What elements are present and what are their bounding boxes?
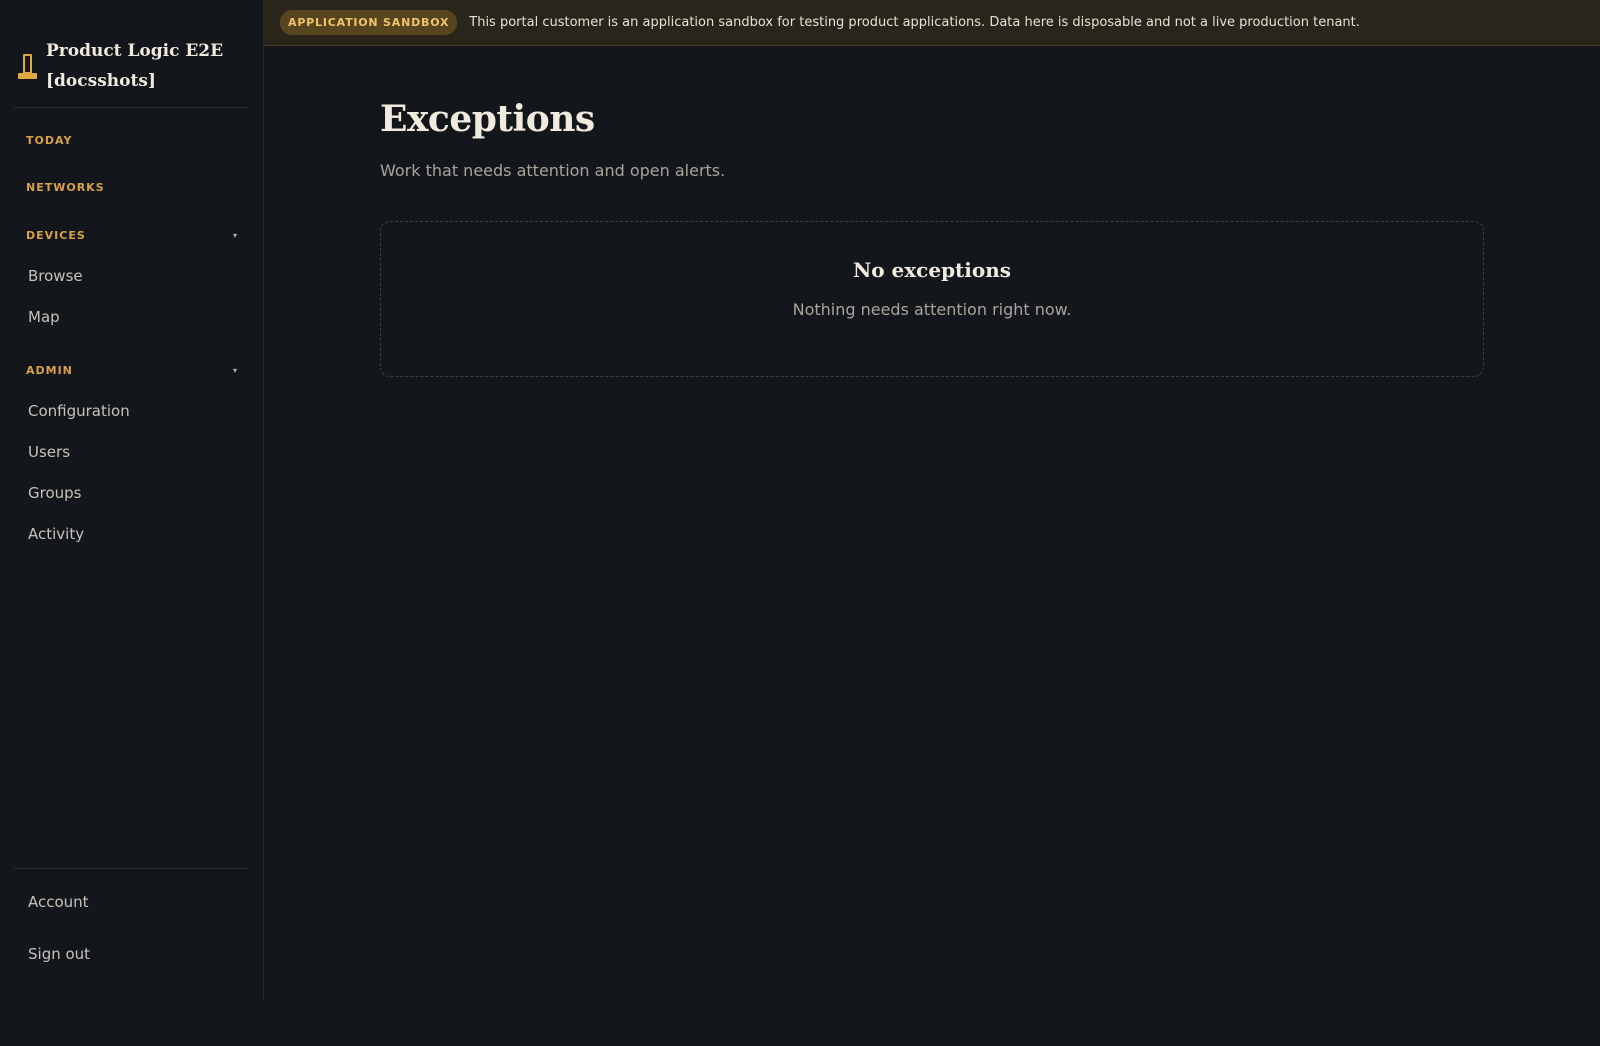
sidebar: Product Logic E2E [docsshots] TODAY NETW…	[0, 0, 264, 1000]
sidebar-divider	[14, 107, 249, 108]
nav-admin-label: ADMIN	[26, 364, 73, 377]
nav-devices-toggle[interactable]: DEVICES ▾	[26, 229, 238, 242]
sidebar-item-account[interactable]: Account	[28, 893, 89, 911]
sandbox-banner: APPLICATION SANDBOX This portal customer…	[264, 0, 1600, 46]
chevron-down-icon: ▾	[232, 231, 238, 240]
nav-networks-label: NETWORKS	[26, 181, 105, 194]
sidebar-item-map[interactable]: Map	[28, 308, 60, 326]
nav-networks[interactable]: NETWORKS	[26, 181, 238, 194]
sidebar-item-users[interactable]: Users	[28, 443, 70, 461]
chevron-down-icon: ▾	[232, 366, 238, 375]
nav-admin-toggle[interactable]: ADMIN ▾	[26, 364, 238, 377]
sidebar-item-configuration[interactable]: Configuration	[28, 402, 130, 420]
sidebar-item-activity[interactable]: Activity	[28, 525, 84, 543]
nav-devices-label: DEVICES	[26, 229, 86, 242]
app-root: Product Logic E2E [docsshots] TODAY NETW…	[0, 0, 1600, 1046]
brand-name: Product Logic E2E [docsshots]	[46, 41, 224, 91]
sandbox-badge: APPLICATION SANDBOX	[280, 10, 458, 35]
bollard-icon	[18, 54, 38, 82]
banner-message: This portal customer is an application s…	[469, 15, 1360, 30]
nav-today[interactable]: TODAY	[26, 134, 238, 147]
sidebar-item-groups[interactable]: Groups	[28, 484, 81, 502]
empty-state-title: No exceptions	[852, 258, 1012, 282]
brand[interactable]: Product Logic E2E [docsshots]	[14, 36, 249, 108]
sidebar-item-browse[interactable]: Browse	[28, 267, 83, 285]
empty-state-text: Nothing needs attention right now.	[792, 300, 1072, 319]
empty-state-card: No exceptions Nothing needs attention ri…	[380, 221, 1484, 377]
sign-out-button[interactable]: Sign out	[28, 945, 90, 963]
nav-today-label: TODAY	[26, 134, 73, 147]
sidebar-footer-divider	[14, 868, 249, 869]
page-subtitle: Work that needs attention and open alert…	[380, 161, 726, 180]
page-title: Exceptions	[380, 98, 595, 140]
